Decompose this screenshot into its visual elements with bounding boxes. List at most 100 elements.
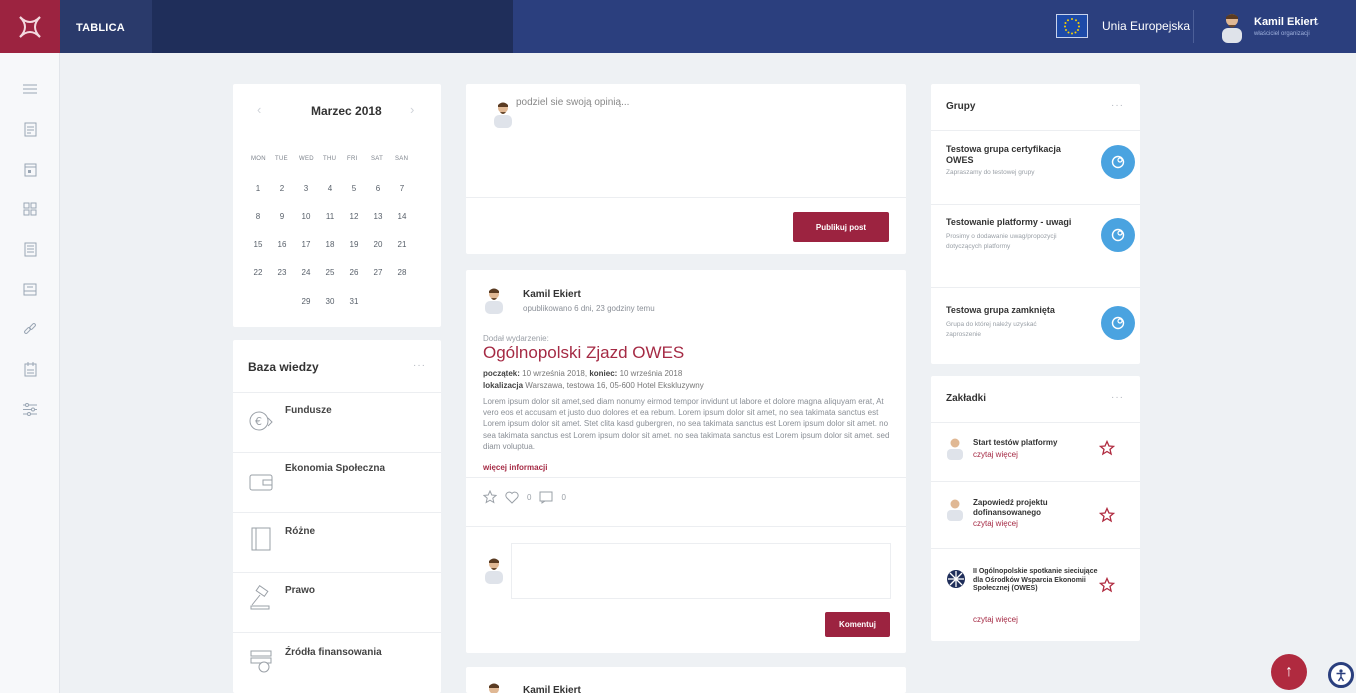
nav-tab-tablica[interactable]: TABLICA: [60, 0, 152, 53]
bookmark-title[interactable]: II Ogólnopolskie spotkanie sieciujące dl…: [973, 568, 1103, 594]
group-title[interactable]: Testowa grupa certyfikacja OWES: [946, 144, 1076, 166]
calendar-day[interactable]: 22: [250, 268, 266, 277]
group-title[interactable]: Testowanie platformy - uwagi: [946, 217, 1076, 228]
more-info-link[interactable]: więcej informacji: [483, 463, 547, 472]
document-icon[interactable]: [22, 121, 38, 137]
app-logo[interactable]: [0, 0, 60, 53]
calendar-day[interactable]: 12: [346, 212, 362, 221]
compose-input[interactable]: podziel sie swoją opinią...: [516, 97, 629, 108]
bookmark-read-more[interactable]: czytaj więcej: [973, 615, 1018, 624]
post-author-avatar[interactable]: [484, 286, 504, 314]
divider: [931, 204, 1140, 205]
star-icon[interactable]: [1099, 577, 1115, 593]
scroll-top-button[interactable]: ↑: [1271, 654, 1307, 690]
accessibility-button[interactable]: [1328, 662, 1354, 688]
more-options-icon[interactable]: ···: [1111, 392, 1124, 403]
calendar-weekday: SAN: [395, 156, 409, 162]
calendar-day[interactable]: 16: [274, 240, 290, 249]
calendar-day[interactable]: 15: [250, 240, 266, 249]
sliders-icon[interactable]: [22, 401, 38, 417]
calendar-weekday: WED: [299, 156, 314, 162]
star-icon[interactable]: [1099, 507, 1115, 523]
bookmark-title[interactable]: Zapowiedź projektu dofinansowanego: [973, 498, 1103, 517]
group-title[interactable]: Testowa grupa zamknięta: [946, 305, 1076, 316]
calendar-day[interactable]: 30: [322, 297, 338, 306]
calendar-day[interactable]: 25: [322, 268, 338, 277]
more-options-icon[interactable]: ···: [1111, 100, 1124, 111]
calendar-next-icon[interactable]: ›: [410, 102, 414, 117]
calendar-day[interactable]: 23: [274, 268, 290, 277]
calendar-day[interactable]: 11: [322, 212, 338, 221]
user-avatar[interactable]: [1220, 11, 1244, 43]
comment-button[interactable]: Komentuj: [825, 612, 890, 637]
calendar-day[interactable]: 10: [298, 212, 314, 221]
compose-avatar: [494, 102, 512, 128]
calendar-day[interactable]: 5: [346, 184, 362, 193]
location-value: Warszawa, testowa 16, 05-600 Hotel Ekskl…: [525, 381, 704, 390]
calendar-day[interactable]: 24: [298, 268, 314, 277]
calendar-day[interactable]: 2: [274, 184, 290, 193]
post-author[interactable]: Kamil Ekiert: [523, 289, 581, 300]
wallet-icon: [249, 474, 273, 491]
calendar-day[interactable]: 21: [394, 240, 410, 249]
calendar-check-icon[interactable]: [22, 361, 38, 377]
calendar-day[interactable]: 19: [346, 240, 362, 249]
heart-icon[interactable]: [505, 491, 519, 504]
post-added-label: Dodał wydarzenie:: [483, 334, 549, 343]
kb-item-ekonomia[interactable]: Ekonomia Społeczna: [233, 452, 441, 512]
calendar-day[interactable]: 27: [370, 268, 386, 277]
kb-item-fundusze[interactable]: € Fundusze: [233, 392, 441, 452]
calendar-day[interactable]: 13: [370, 212, 386, 221]
star-icon[interactable]: [483, 490, 497, 504]
list-icon[interactable]: [22, 81, 38, 97]
eu-flag-icon: [1056, 14, 1088, 38]
more-options-icon[interactable]: ···: [413, 360, 426, 371]
comments-count: 0: [561, 492, 566, 502]
post-heading[interactable]: Ogólnopolski Zjazd OWES: [483, 343, 684, 363]
link-icon[interactable]: [22, 321, 38, 337]
kb-item-zrodla[interactable]: Źródła finansowania: [233, 632, 441, 692]
calendar-weekday: TUE: [275, 156, 288, 162]
likes-count: 0: [527, 492, 532, 502]
calendar-day[interactable]: 18: [322, 240, 338, 249]
calendar-day[interactable]: 6: [370, 184, 386, 193]
grid-icon[interactable]: [22, 201, 38, 217]
bookmark-read-more[interactable]: czytaj więcej: [973, 450, 1018, 459]
divider: [931, 287, 1140, 288]
calendar-day[interactable]: 20: [370, 240, 386, 249]
kb-item-rozne[interactable]: Różne: [233, 512, 441, 572]
bookmark-title[interactable]: Start testów platformy: [973, 438, 1103, 448]
archive-icon[interactable]: [22, 281, 38, 297]
calendar-day[interactable]: 8: [250, 212, 266, 221]
knowledge-base-title: Baza wiedzy: [248, 360, 319, 374]
calendar-weekday: SAT: [371, 156, 384, 162]
calendar-day[interactable]: 9: [274, 212, 290, 221]
group-desc: Grupa do której należy uzyskać zaproszen…: [946, 321, 1037, 338]
group-enter-button[interactable]: [1101, 218, 1135, 252]
bookmark-read-more[interactable]: czytaj więcej: [973, 519, 1018, 528]
calendar-day[interactable]: 29: [298, 297, 314, 306]
kb-item-prawo[interactable]: Prawo: [233, 572, 441, 632]
group-enter-button[interactable]: [1101, 145, 1135, 179]
comment-icon[interactable]: [539, 491, 553, 504]
star-icon[interactable]: [1099, 440, 1115, 456]
calendar-icon[interactable]: [22, 161, 38, 177]
calendar-day[interactable]: 1: [250, 184, 266, 193]
calendar-day[interactable]: 4: [322, 184, 338, 193]
group-enter-button[interactable]: [1101, 306, 1135, 340]
calendar-day[interactable]: 31: [346, 297, 362, 306]
kb-item-label: Źródła finansowania: [285, 647, 382, 658]
calendar-day[interactable]: 7: [394, 184, 410, 193]
calendar-day[interactable]: 3: [298, 184, 314, 193]
publish-post-button[interactable]: Publikuj post: [793, 212, 889, 242]
calendar-day[interactable]: 28: [394, 268, 410, 277]
next-post-author[interactable]: Kamil Ekiert: [523, 685, 581, 693]
calendar-day[interactable]: 17: [298, 240, 314, 249]
form-icon[interactable]: [22, 241, 38, 257]
user-name[interactable]: Kamil Ekiert: [1254, 16, 1318, 28]
calendar-prev-icon[interactable]: ‹: [257, 102, 261, 117]
chevron-down-icon[interactable]: ⌄: [1313, 17, 1321, 28]
calendar-day[interactable]: 26: [346, 268, 362, 277]
calendar-day[interactable]: 14: [394, 212, 410, 221]
comment-input[interactable]: [511, 543, 891, 599]
